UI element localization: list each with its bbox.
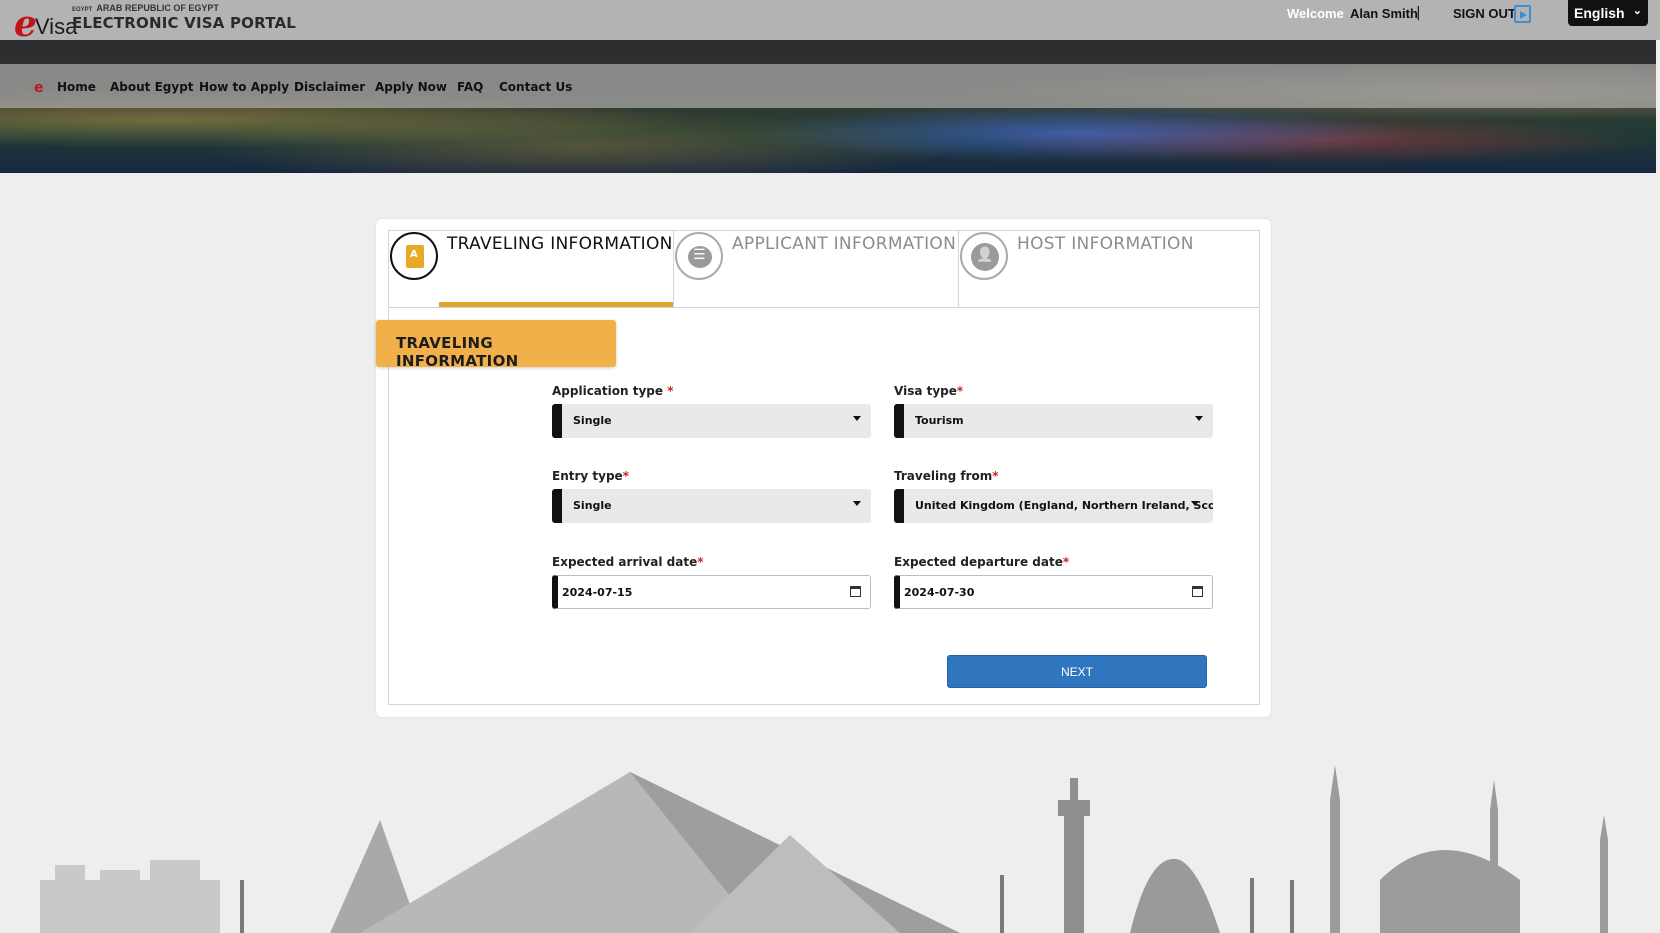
traveling-from-select[interactable]: United Kingdom (England, Northern Irelan… [894, 489, 1213, 523]
entry-type-select[interactable]: Single [552, 489, 871, 523]
nav-item-apply-now[interactable]: Apply Now [375, 80, 447, 94]
application-type-label: Application type * [552, 384, 674, 398]
next-button[interactable]: NEXT [947, 655, 1207, 688]
application-type-value: Single [573, 414, 612, 427]
nav-item-disclaimer[interactable]: Disclaimer [294, 80, 365, 94]
top-bar: e Visa EGYPT ARAB REPUBLIC OF EGYPT ELECT… [0, 0, 1660, 45]
logo-text: EGYPT ARAB REPUBLIC OF EGYPT ELECTRONIC V… [72, 3, 312, 32]
arrival-date-label: Expected arrival date* [552, 555, 704, 569]
step-traveling-information[interactable]: TRAVELING INFORMATION [447, 234, 673, 254]
logo-visa-text: Visa [34, 14, 78, 39]
step-separator [958, 230, 959, 307]
entry-type-value: Single [573, 499, 612, 512]
arrival-date-value: 2024-07-15 [562, 586, 633, 599]
header-separator: | [1416, 5, 1421, 21]
traveling-from-label: Traveling from* [894, 469, 999, 483]
language-select[interactable]: English ⌄ [1568, 0, 1648, 26]
logo-country-name: ARAB REPUBLIC OF EGYPT [96, 3, 219, 13]
welcome-label: Welcome [1287, 6, 1344, 21]
arrival-date-input[interactable]: 2024-07-15 [552, 575, 871, 609]
user-icon [971, 243, 999, 271]
nav-item-home[interactable]: Home [57, 80, 96, 94]
nav-item-contact-us[interactable]: Contact Us [499, 80, 572, 94]
nav-item-about-egypt[interactable]: About Egypt [110, 80, 194, 94]
signout-link[interactable]: SIGN OUT [1453, 6, 1516, 21]
departure-date-input[interactable]: 2024-07-30 [894, 575, 1213, 609]
signout-icon[interactable] [1514, 5, 1531, 23]
step-host-icon[interactable] [960, 232, 1008, 280]
step-separator [673, 230, 674, 307]
caret-down-icon [1191, 501, 1199, 506]
application-type-select[interactable]: Single [552, 404, 871, 438]
step-applicant-icon[interactable] [675, 232, 723, 280]
section-title-badge: TRAVELING INFORMATION [376, 320, 616, 370]
caret-down-icon [1195, 416, 1203, 421]
egypt-skyline-illustration [40, 765, 1608, 933]
visa-type-label: Visa type* [894, 384, 964, 398]
departure-date-label: Expected departure date* [894, 555, 1070, 569]
visa-type-value: Tourism [915, 414, 964, 427]
logo-mark: e [14, 3, 37, 45]
evisa-logo[interactable]: e Visa [14, 0, 78, 45]
logo-country: EGYPT ARAB REPUBLIC OF EGYPT [72, 3, 312, 13]
chevron-down-icon: ⌄ [1632, 5, 1642, 17]
calendar-icon[interactable] [850, 586, 861, 597]
portal-title: ELECTRONIC VISA PORTAL [72, 14, 297, 32]
step-host-information[interactable]: HOST INFORMATION [1017, 234, 1194, 254]
caret-down-icon [853, 416, 861, 421]
calendar-icon[interactable] [1192, 586, 1203, 597]
active-step-indicator [439, 302, 673, 307]
home-logo-icon[interactable]: e [34, 80, 44, 96]
logo-country-small: EGYPT [72, 7, 93, 13]
departure-date-value: 2024-07-30 [904, 586, 975, 599]
list-icon [688, 246, 712, 268]
document-icon [406, 245, 424, 268]
entry-type-label: Entry type* [552, 469, 629, 483]
caret-down-icon [853, 501, 861, 506]
traveling-from-value: United Kingdom (England, Northern Irelan… [915, 499, 1213, 512]
language-value: English [1574, 5, 1625, 21]
step-traveling-icon[interactable] [390, 232, 438, 280]
steps-divider [388, 307, 1260, 308]
user-name: Alan Smith [1350, 6, 1418, 21]
nav-item-faq[interactable]: FAQ [457, 80, 483, 94]
nav-item-how-to-apply[interactable]: How to Apply [199, 80, 289, 94]
step-applicant-information[interactable]: APPLICANT INFORMATION [732, 234, 956, 254]
visa-type-select[interactable]: Tourism [894, 404, 1213, 438]
